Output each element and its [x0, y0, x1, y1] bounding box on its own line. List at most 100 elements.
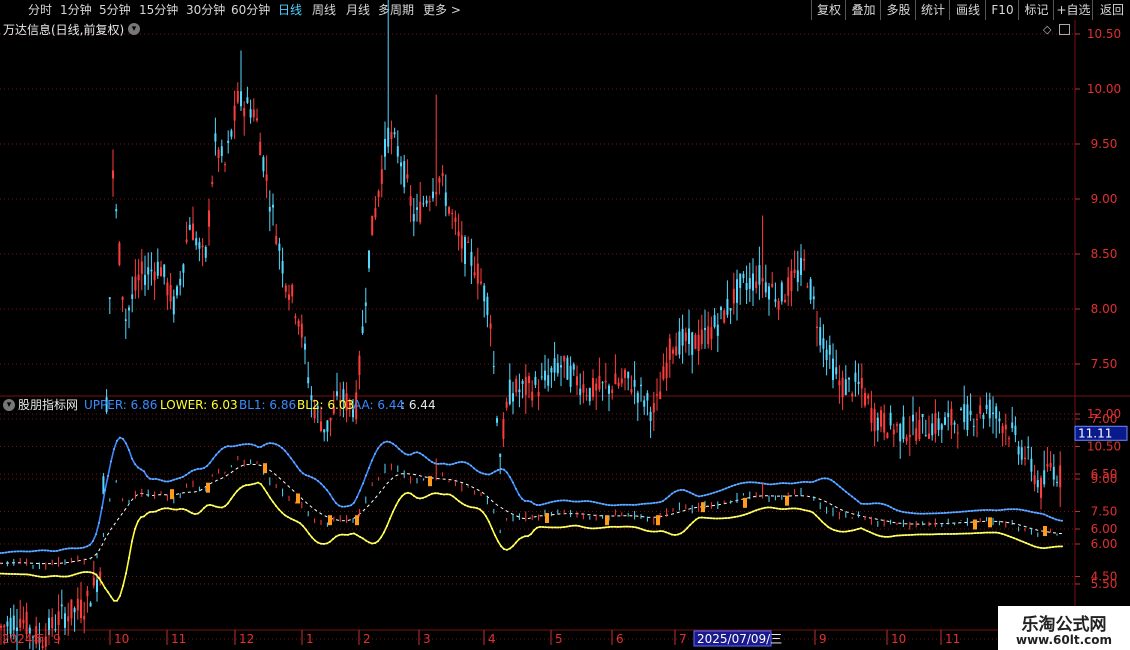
lower-dot [488, 520, 490, 523]
upper-dot [176, 477, 178, 480]
lower-dot [428, 494, 430, 497]
upper-dot [752, 481, 754, 484]
upper-dot [671, 492, 673, 495]
lower-dot [878, 534, 880, 537]
candle-body [876, 417, 879, 431]
candle-body [304, 343, 306, 350]
candle-body [412, 214, 415, 222]
lower-dot [623, 525, 625, 528]
upper-dot [311, 476, 313, 479]
candle-body [451, 213, 454, 215]
candle-body [630, 388, 633, 393]
upper-dot [860, 502, 862, 505]
upper-dot [1028, 510, 1030, 513]
diamond-icon[interactable]: ◇ [1043, 23, 1051, 37]
candle-body [89, 602, 92, 607]
upper-dot [131, 457, 133, 460]
candle-body [873, 409, 876, 432]
candle-body [467, 241, 470, 243]
upper-dot [923, 512, 925, 515]
lower-dot [914, 533, 916, 536]
lower-dot [998, 532, 1000, 535]
lower-dot [320, 542, 322, 545]
lower-dot [590, 527, 592, 530]
candle-body [1014, 425, 1017, 435]
upper-dot [173, 478, 175, 481]
upper-dot [707, 493, 709, 496]
upper-dot [854, 497, 856, 500]
lower-dot [350, 532, 352, 535]
upper-dot [626, 503, 628, 506]
candle-body [528, 376, 530, 384]
lower-dot [701, 516, 703, 519]
candle-body [963, 404, 966, 423]
upper-dot [719, 489, 721, 492]
lower-dot [935, 533, 937, 536]
upper-dot [1049, 516, 1051, 519]
upper-dot [686, 490, 688, 493]
candle-body [457, 231, 460, 237]
upper-dot [197, 467, 199, 470]
upper-dot [893, 507, 895, 510]
candle-body [480, 281, 482, 284]
candle-body [796, 270, 799, 283]
signal-marker [328, 515, 332, 526]
panel-toggle-icon[interactable] [1059, 24, 1070, 35]
lower-dot [464, 504, 466, 507]
upper-dot [1052, 517, 1054, 520]
candle-body [723, 310, 726, 323]
candle-body [601, 382, 604, 384]
candle-body [44, 636, 47, 647]
lower-dot [836, 529, 838, 532]
candle-body [185, 239, 188, 243]
candle-body [134, 276, 137, 291]
candle-body [982, 415, 985, 419]
lower-dot [551, 526, 553, 529]
upper-dot [512, 481, 514, 484]
upper-dot [5, 551, 7, 554]
lower-dot [839, 530, 841, 533]
upper-dot [167, 480, 169, 483]
candle-body [947, 413, 950, 418]
candle-body [700, 329, 703, 345]
lower-dot [764, 506, 766, 509]
chart-area[interactable]: 11.0010.5010.009.509.008.508.007.507.006… [0, 0, 1130, 650]
lower-dot [854, 528, 856, 531]
upper-dot [680, 488, 682, 491]
candle-body [816, 326, 818, 328]
upper-dot [455, 461, 457, 464]
lower-dot [695, 518, 697, 521]
candle-body [425, 200, 428, 204]
lower-dot [284, 514, 286, 517]
chevron-down-icon[interactable]: ▾ [3, 399, 15, 411]
upper-dot [314, 477, 316, 480]
lower-dot [92, 571, 94, 574]
candle-body [54, 629, 57, 631]
upper-dot [1019, 508, 1021, 511]
upper-dot [1058, 519, 1060, 522]
upper-dot [740, 482, 742, 485]
candle-body [953, 422, 956, 425]
candle-body [608, 385, 610, 394]
lower-dot [224, 505, 226, 508]
candle-body [777, 300, 780, 310]
upper-dot [143, 470, 145, 473]
candle-body [979, 405, 982, 414]
lower-dot [443, 493, 445, 496]
lower-dot [185, 508, 187, 511]
candle-body [1004, 424, 1007, 430]
lower-dot [725, 517, 727, 520]
candle-body [563, 355, 566, 362]
candle-body [224, 164, 226, 166]
lower-dot [230, 498, 232, 501]
candle-body [668, 338, 671, 360]
candle-body [508, 379, 511, 405]
upper-dot [275, 443, 277, 446]
upper-dot [527, 500, 529, 503]
lower-dot [896, 534, 898, 537]
candle-body [1008, 438, 1010, 440]
chevron-down-icon[interactable]: ▾ [128, 23, 140, 35]
upper-dot [362, 482, 364, 485]
candle-body [1030, 458, 1033, 472]
upper-dot [605, 503, 607, 506]
